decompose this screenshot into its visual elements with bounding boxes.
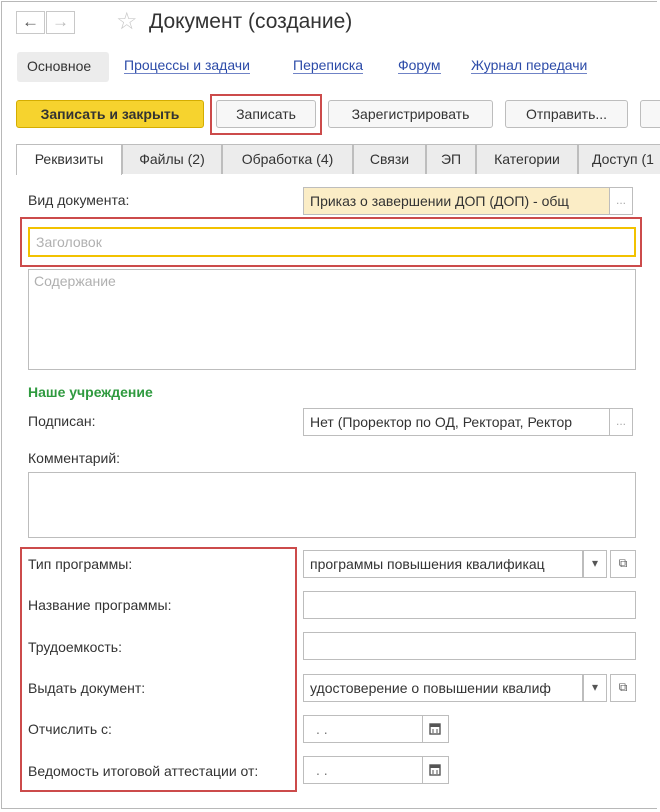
program-type-dropdown[interactable]: ▾ [583,550,607,578]
link-main-label: Основное [27,58,92,74]
arrow-right-icon: → [52,12,69,31]
arrow-left-icon: ← [22,12,39,31]
attestation-date-input[interactable]: . . [303,756,423,784]
calendar-icon [429,764,441,776]
issue-doc-field[interactable]: удостоверение о повышении квалиф [303,674,583,702]
favorite-star-icon[interactable]: ☆ [116,9,138,35]
signed-field[interactable]: Нет (Проректор по ОД, Ректорат, Ректор [303,408,610,436]
window-title: Документ (создание) [149,10,353,33]
content-placeholder: Содержание [34,273,116,289]
tab-access[interactable]: Доступ (1 [578,144,660,174]
send-button[interactable]: Отправить... [505,100,628,128]
doc-type-field[interactable]: Приказ о завершении ДОП (ДОП) - общ [303,187,610,215]
signed-label: Подписан: [28,413,96,429]
tab-categories[interactable]: Категории [476,144,578,174]
program-type-open-button[interactable]: ⧉ [610,550,636,578]
more-button[interactable] [640,100,660,128]
signed-select-button[interactable]: ... [609,408,633,436]
expel-calendar-button[interactable] [423,715,449,743]
back-button[interactable]: ← [16,11,45,34]
tab-signature[interactable]: ЭП [426,144,476,174]
register-button[interactable]: Зарегистрировать [328,100,493,128]
program-labels-highlight [20,547,297,792]
tab-processing[interactable]: Обработка (4) [222,144,353,174]
link-main[interactable]: Основное [17,52,109,82]
comment-label: Комментарий: [28,450,121,466]
link-forum[interactable]: Форум [398,58,441,74]
issue-doc-dropdown[interactable]: ▾ [583,674,607,702]
open-window-icon: ⧉ [618,680,628,694]
program-type-field[interactable]: программы повышения квалификац [303,550,583,578]
expel-date-input[interactable]: . . [303,715,423,743]
chevron-down-icon: ▾ [591,556,599,570]
chevron-down-icon: ▾ [591,680,599,694]
link-processes[interactable]: Процессы и задачи [124,58,250,74]
comment-textarea[interactable] [28,472,636,538]
open-window-icon: ⧉ [618,556,628,570]
link-transfer-log[interactable]: Журнал передачи [471,58,588,74]
tab-links[interactable]: Связи [353,144,426,174]
link-correspondence[interactable]: Переписка [293,58,364,74]
attestation-calendar-button[interactable] [423,756,449,784]
section-our-institution: Наше учреждение [28,384,153,400]
doc-type-label: Вид документа: [28,192,130,208]
issue-doc-open-button[interactable]: ⧉ [610,674,636,702]
forward-button[interactable]: → [46,11,75,34]
calendar-icon [429,723,441,735]
content-textarea[interactable]: Содержание [28,269,636,370]
save-button-highlight [210,94,322,135]
labor-input[interactable] [303,632,636,660]
tab-files[interactable]: Файлы (2) [122,144,222,174]
doc-type-select-button[interactable]: ... [609,187,633,215]
title-highlight [20,217,642,267]
program-name-input[interactable] [303,591,636,619]
save-and-close-button[interactable]: Записать и закрыть [16,100,204,128]
tab-details[interactable]: Реквизиты [16,144,122,175]
